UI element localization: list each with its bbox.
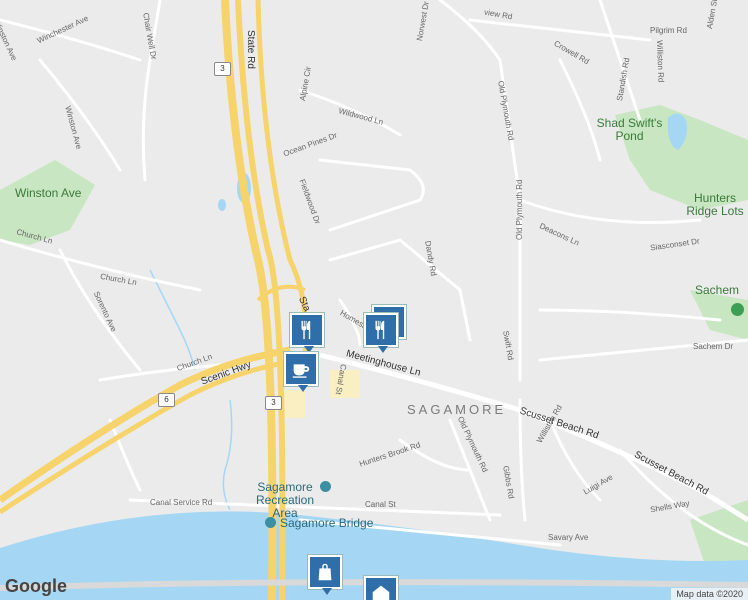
cafe-icon [292,364,310,378]
camera-icon[interactable] [320,481,331,492]
shopping-bag-icon [318,563,332,581]
route-3-shield: 3 [265,396,282,410]
sagamore-recreation-area-label[interactable]: Sagamore Recreation Area [245,481,325,520]
sagamore-bridge-label[interactable]: Sagamore Bridge [280,517,373,530]
map-base-layer [0,0,748,600]
sachem-label: Sachem [695,283,740,297]
restaurant-icon [375,320,385,340]
savary-ave-label: Savary Ave [548,533,589,542]
restaurant-icon [301,320,311,340]
winston-ave-place-label: Winston Ave [15,186,82,200]
cafe-marker[interactable] [284,352,318,392]
lodging-icon [372,585,390,600]
shad-swifts-pond-label: Shad Swift's Pond [596,116,663,143]
lodging-marker[interactable] [364,576,398,600]
map-data-credit[interactable]: Map data ©2020 [671,588,748,600]
restaurant-marker[interactable] [364,313,398,353]
park-icon[interactable] [731,303,744,316]
sachem-dr-label: Sachem Dr [693,342,734,351]
restaurant-marker[interactable] [290,313,324,353]
route-6-shield: 6 [158,393,175,407]
google-logo: Google [5,576,67,596]
canal-service-rd-label: Canal Service Rd [150,498,213,507]
sagamore-label: SAGAMORE [407,402,507,417]
shopping-marker[interactable] [308,555,342,595]
camera-icon[interactable] [265,517,276,528]
route-3-shield: 3 [214,62,231,76]
canal-st-label: Canal St [365,500,396,509]
hunters-ridge-lots-label: Hunters Ridge Lots [686,191,744,218]
state-rd-label: State Rd [245,30,256,69]
pond [218,199,226,211]
old-plymouth-rd-label-2: Old Plymouth Rd [515,179,524,240]
map-canvas[interactable]: State Rd Winchester Ave Winston Ave Wins… [0,0,748,600]
williston-rd-top-label: Williston Rd [655,40,666,83]
pilgrim-rd-label: Pilgrim Rd [650,26,687,35]
